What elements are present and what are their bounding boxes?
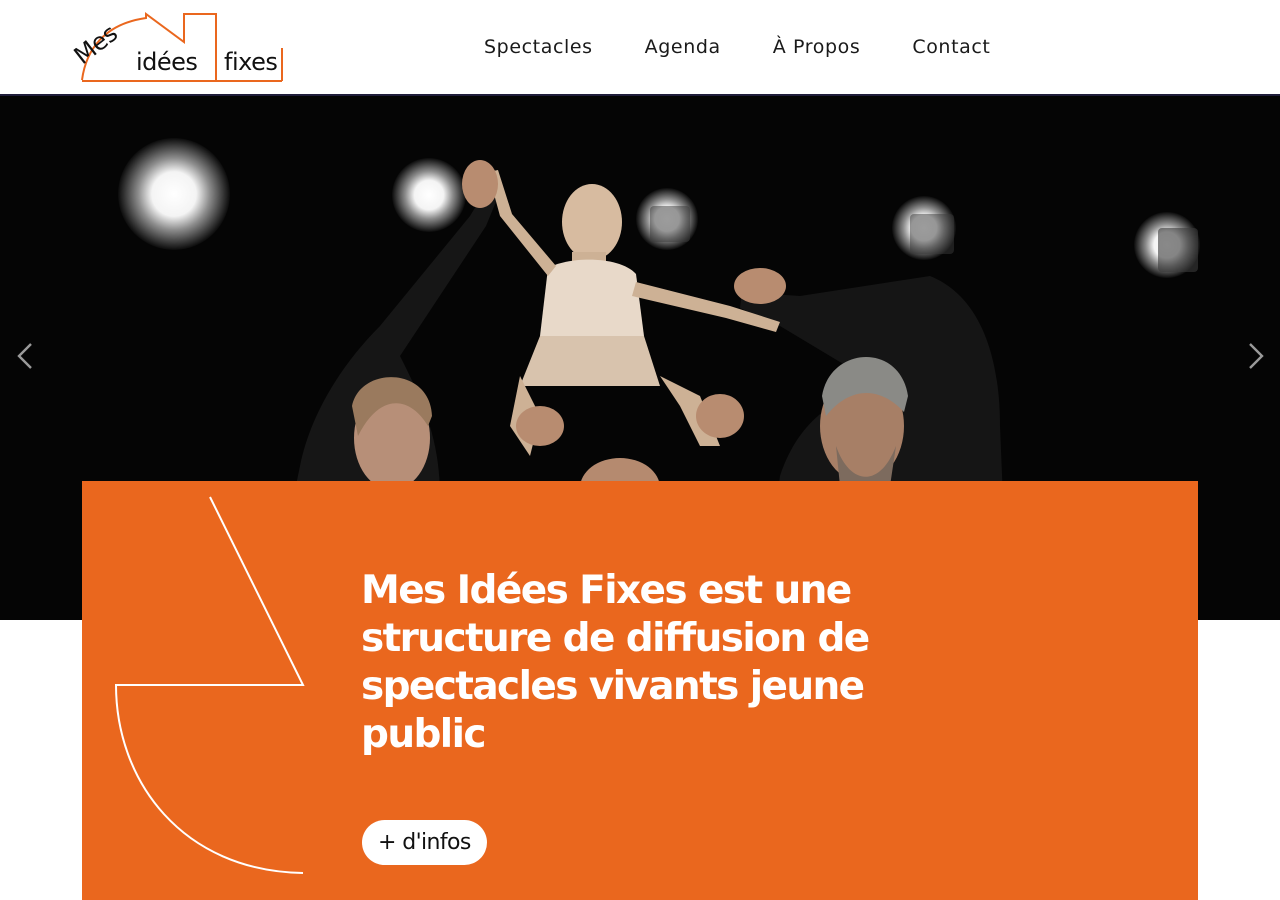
nav-item-contact[interactable]: Contact xyxy=(912,36,990,58)
carousel-next-button[interactable] xyxy=(1240,336,1270,376)
intro-card: Mes Idées Fixes est une structure de dif… xyxy=(82,481,1198,900)
nav-item-a-propos[interactable]: À Propos xyxy=(773,36,861,58)
chevron-left-icon xyxy=(17,343,32,369)
logo-word-idees: idées xyxy=(136,48,198,76)
site-header: Mes idées fixes Spectacles Agenda À Prop… xyxy=(0,0,1280,96)
main-nav: Spectacles Agenda À Propos Contact xyxy=(484,36,990,58)
carousel-prev-button[interactable] xyxy=(12,336,42,376)
chevron-right-icon xyxy=(1249,343,1264,369)
nav-item-agenda[interactable]: Agenda xyxy=(645,36,721,58)
logo-word-fixes: fixes xyxy=(224,48,278,76)
more-info-button[interactable]: + d'infos xyxy=(362,820,487,865)
nav-item-spectacles[interactable]: Spectacles xyxy=(484,36,593,58)
intro-title: Mes Idées Fixes est une structure de dif… xyxy=(361,568,870,757)
decorative-shape xyxy=(114,496,305,874)
site-logo[interactable]: Mes idées fixes xyxy=(69,12,286,84)
